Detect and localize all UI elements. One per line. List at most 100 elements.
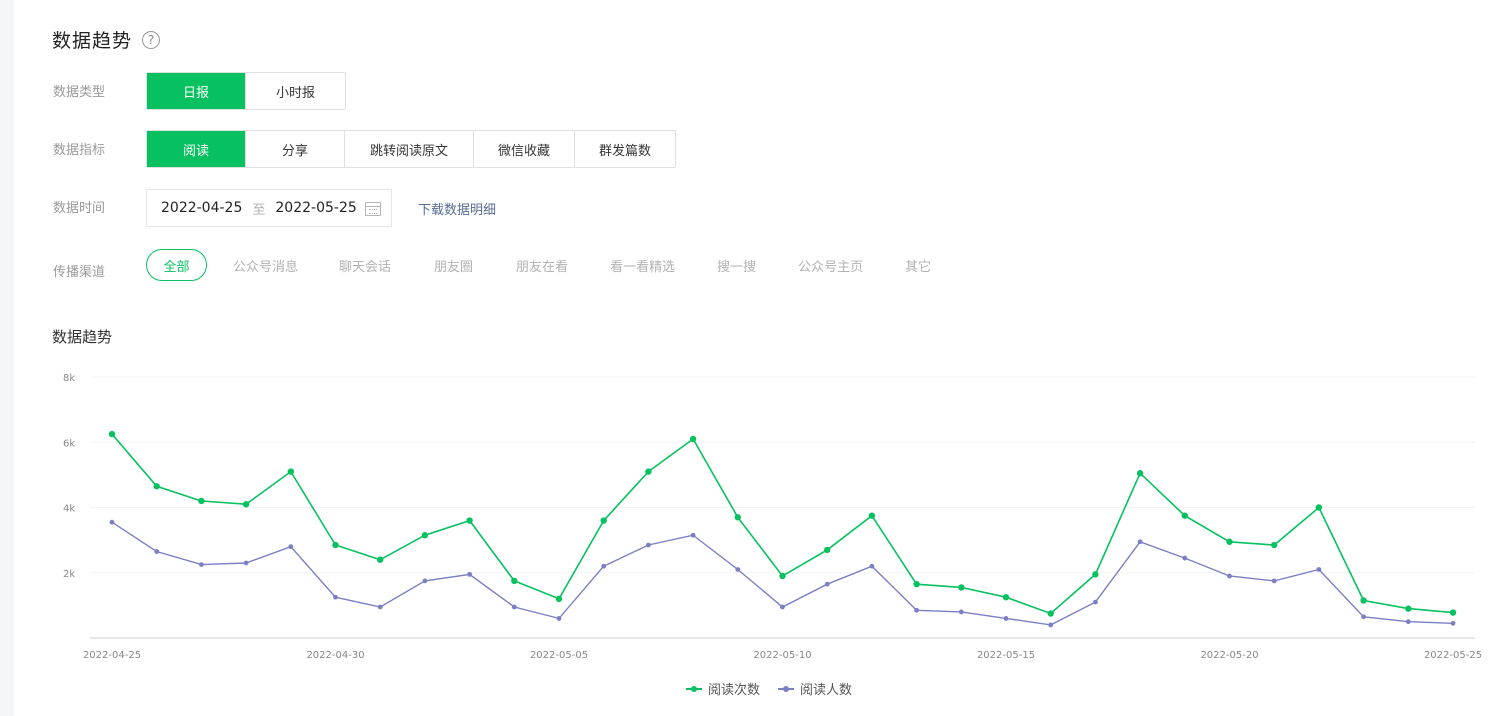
data-point-readers (154, 549, 160, 554)
data-point-readers (1271, 578, 1277, 584)
help-icon[interactable]: ? (142, 30, 161, 49)
data-point-readers (958, 609, 964, 615)
legend-marker-reads (686, 685, 702, 692)
channel-profile[interactable]: 公众号主页 (798, 256, 863, 275)
metric-option-jump-original[interactable]: 跳转阅读原文 (345, 131, 474, 167)
data-point-reads (1449, 609, 1457, 616)
chart-legend: 阅读次数 阅读人数 (686, 679, 870, 698)
metric-option-post-count[interactable]: 群发篇数 (575, 131, 675, 167)
data-point-reads (332, 541, 339, 549)
channel-label: 传播渠道 (53, 265, 106, 280)
data-point-reads (242, 501, 250, 508)
data-point-reads (555, 595, 563, 603)
data-point-reads (511, 577, 518, 585)
metric-option-read[interactable]: 阅读 (147, 131, 246, 167)
channel-chat[interactable]: 聊天会话 (339, 256, 391, 275)
date-separator: 至 (252, 202, 266, 218)
data-point-reads (958, 584, 965, 591)
y-tick-label: 8k (63, 373, 75, 384)
data-point-readers (690, 532, 696, 538)
y-tick-label: 4k (63, 504, 75, 515)
date-start: 2022-04-25 (161, 200, 243, 216)
page-title: 数据趋势 (52, 30, 133, 52)
data-point-reads (108, 430, 116, 438)
data-point-readers (601, 563, 607, 569)
data-point-readers (1361, 614, 1366, 620)
channel-moments[interactable]: 朋友圈 (434, 256, 473, 275)
data-point-readers (1405, 619, 1411, 625)
data-point-reads (689, 435, 697, 443)
date-range-picker[interactable]: 2022-04-25 至 2022-05-25 (146, 189, 392, 227)
data-point-reads (824, 546, 831, 554)
calendar-icon[interactable] (365, 202, 381, 216)
data-point-readers (467, 571, 472, 577)
data-point-readers (333, 594, 338, 600)
legend-item-reads[interactable]: 阅读次数 (686, 679, 760, 698)
x-tick-label: 2022-05-15 (977, 650, 1035, 661)
y-tick-label: 2k (63, 569, 75, 580)
data-point-readers (288, 544, 294, 550)
data-point-readers (914, 607, 919, 613)
channel-other[interactable]: 其它 (905, 256, 931, 275)
data-point-readers (422, 578, 428, 584)
x-tick-label: 2022-05-20 (1200, 650, 1258, 661)
trend-line-chart: 2k 4k 6k 8k 2022-04-25 2022-04-30 2022-05-05 20… (63, 373, 1482, 661)
date-end: 2022-05-25 (275, 200, 357, 216)
data-point-readers (243, 560, 249, 566)
channel-friends-watching[interactable]: 朋友在看 (516, 256, 568, 275)
data-point-readers (735, 567, 741, 572)
x-tick-label: 2022-05-05 (530, 650, 588, 661)
data-point-reads (198, 497, 205, 505)
data-point-reads (1047, 610, 1054, 617)
data-time-label: 数据时间 (53, 201, 106, 216)
data-point-reads (1002, 594, 1010, 601)
data-type-label: 数据类型 (53, 85, 106, 100)
legend-item-readers[interactable]: 阅读人数 (778, 679, 852, 698)
channel-all[interactable]: 全部 (146, 249, 207, 281)
data-point-readers (1137, 539, 1143, 545)
channel-search[interactable]: 搜一搜 (717, 256, 756, 275)
channel-official-message[interactable]: 公众号消息 (233, 256, 298, 275)
data-point-readers (511, 604, 517, 610)
data-point-reads (1271, 541, 1278, 549)
data-point-reads (734, 514, 741, 521)
data-point-readers (780, 604, 785, 610)
data-point-readers (646, 542, 651, 548)
data-point-readers (1048, 622, 1054, 628)
data-point-readers (377, 604, 383, 610)
data-point-readers (1003, 616, 1009, 621)
data-type-option-daily[interactable]: 日报 (147, 73, 246, 109)
metric-option-share[interactable]: 分享 (246, 131, 345, 167)
data-point-reads (1181, 512, 1189, 519)
legend-marker-readers (778, 685, 795, 692)
data-metric-label: 数据指标 (53, 143, 106, 158)
channel-filter: 全部 公众号消息 聊天会话 朋友圈 朋友在看 看一看精选 搜一搜 公众号主页 其… (146, 249, 931, 281)
data-point-readers (556, 616, 562, 621)
x-tick-label: 2022-04-30 (306, 650, 364, 661)
data-point-readers (199, 562, 204, 567)
data-point-reads (779, 572, 786, 580)
data-point-reads (1360, 597, 1367, 604)
legend-label-readers: 阅读人数 (800, 683, 853, 698)
chart-title: 数据趋势 (52, 328, 113, 346)
data-point-reads (913, 580, 920, 588)
data-type-toggle: 日报 小时报 (146, 72, 346, 110)
channel-top-stories[interactable]: 看一看精选 (610, 256, 675, 275)
data-point-reads (466, 517, 473, 524)
data-point-readers (824, 581, 830, 587)
x-tick-label: 2022-05-25 (1424, 650, 1482, 661)
data-point-reads (287, 468, 294, 475)
x-tick-label: 2022-05-10 (753, 650, 811, 661)
data-point-reads (153, 483, 160, 490)
data-point-readers (1093, 599, 1098, 605)
metric-option-favorite[interactable]: 微信收藏 (474, 131, 575, 167)
data-point-reads (600, 517, 607, 524)
data-point-reads (868, 512, 876, 519)
y-tick-label: 6k (63, 438, 75, 449)
series-line-reads (111, 433, 1454, 615)
x-tick-label: 2022-04-25 (83, 650, 141, 661)
data-point-reads (645, 468, 652, 475)
download-details-link[interactable]: 下载数据明细 (418, 199, 496, 218)
data-point-readers (1450, 620, 1456, 626)
data-type-option-hourly[interactable]: 小时报 (246, 73, 345, 109)
